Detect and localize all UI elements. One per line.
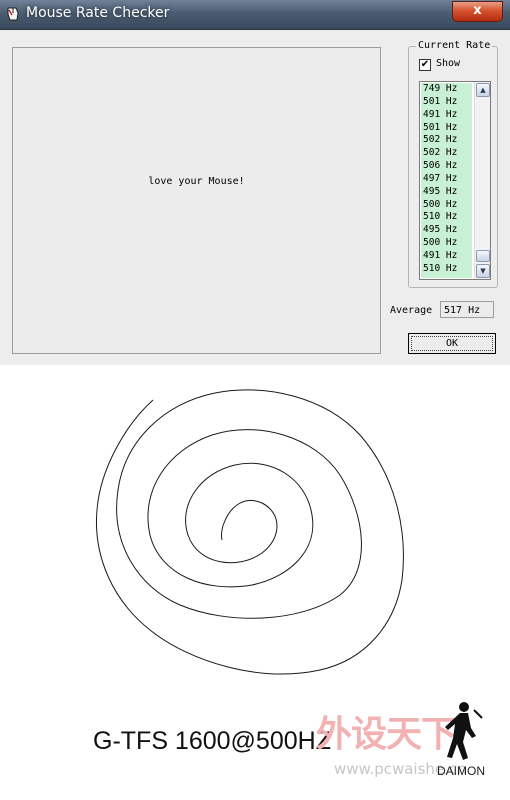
rate-list-item[interactable]: 501 Hz xyxy=(421,96,472,109)
current-rate-group: Current Rate ✔ Show 749 Hz 501 Hz 491 Hz 50… xyxy=(408,40,498,288)
rate-list-item[interactable]: 497 Hz xyxy=(421,173,472,186)
canvas-message: love your Mouse! xyxy=(148,176,245,187)
rate-list-item[interactable]: 501 Hz xyxy=(421,122,472,135)
ok-button[interactable]: OK xyxy=(408,333,496,354)
rate-list-item[interactable]: 500 Hz xyxy=(421,237,472,250)
rate-list-item[interactable]: 502 Hz xyxy=(421,134,472,147)
show-checkbox[interactable]: ✔ xyxy=(419,59,431,71)
rate-list-scrollbar[interactable]: ▲ ▼ xyxy=(474,82,490,279)
rate-list-item[interactable]: 502 Hz xyxy=(421,147,472,160)
watermark-logo: 外设天下 xyxy=(316,714,457,755)
mouse-test-area[interactable]: love your Mouse! xyxy=(12,47,381,354)
rate-list-item[interactable]: 491 Hz xyxy=(421,250,472,263)
rate-list-item[interactable]: 495 Hz xyxy=(421,186,472,199)
rate-list-item[interactable]: 495 Hz xyxy=(421,224,472,237)
watermark-signature: DAIMON xyxy=(437,764,485,778)
rate-list-item[interactable]: 500 Hz xyxy=(421,199,472,212)
rate-listbox[interactable]: 749 Hz 501 Hz 491 Hz 501 Hz 502 Hz 502 Hz 506 … xyxy=(419,81,491,280)
average-label: Average xyxy=(390,305,433,316)
scroll-up-icon[interactable]: ▲ xyxy=(476,83,490,97)
rate-list-item[interactable]: 491 Hz xyxy=(421,109,472,122)
rate-list-item[interactable]: 510 Hz xyxy=(421,211,472,224)
current-rate-title: Current Rate xyxy=(416,40,493,52)
rate-items: 749 Hz 501 Hz 491 Hz 501 Hz 502 Hz 502 Hz 506 … xyxy=(421,83,472,278)
scroll-thumb[interactable] xyxy=(476,250,490,262)
window-title: Mouse Rate Checker xyxy=(26,5,170,21)
mouse-app-icon xyxy=(7,7,19,21)
show-label: Show xyxy=(436,58,461,69)
rate-list-item[interactable]: 510 Hz xyxy=(421,263,472,276)
average-value: 517 Hz xyxy=(440,301,494,318)
ok-button-label: OK xyxy=(411,336,493,351)
title-bar[interactable]: Mouse Rate Checker x xyxy=(0,0,510,30)
scroll-down-icon[interactable]: ▼ xyxy=(476,264,490,278)
caption-text: G-TFS 1600@500HZ xyxy=(93,727,331,755)
spiral-drawing xyxy=(95,389,404,675)
spiral-stroke xyxy=(95,389,404,675)
rate-list-item[interactable]: 506 Hz xyxy=(421,160,472,173)
daimon-figure-icon xyxy=(445,702,483,760)
rate-list-item[interactable]: 749 Hz xyxy=(421,83,472,96)
mouse-rate-checker-window: Mouse Rate Checker x love your Mouse! Cu… xyxy=(0,0,510,365)
close-button[interactable]: x xyxy=(452,1,503,22)
close-icon: x xyxy=(473,3,482,18)
